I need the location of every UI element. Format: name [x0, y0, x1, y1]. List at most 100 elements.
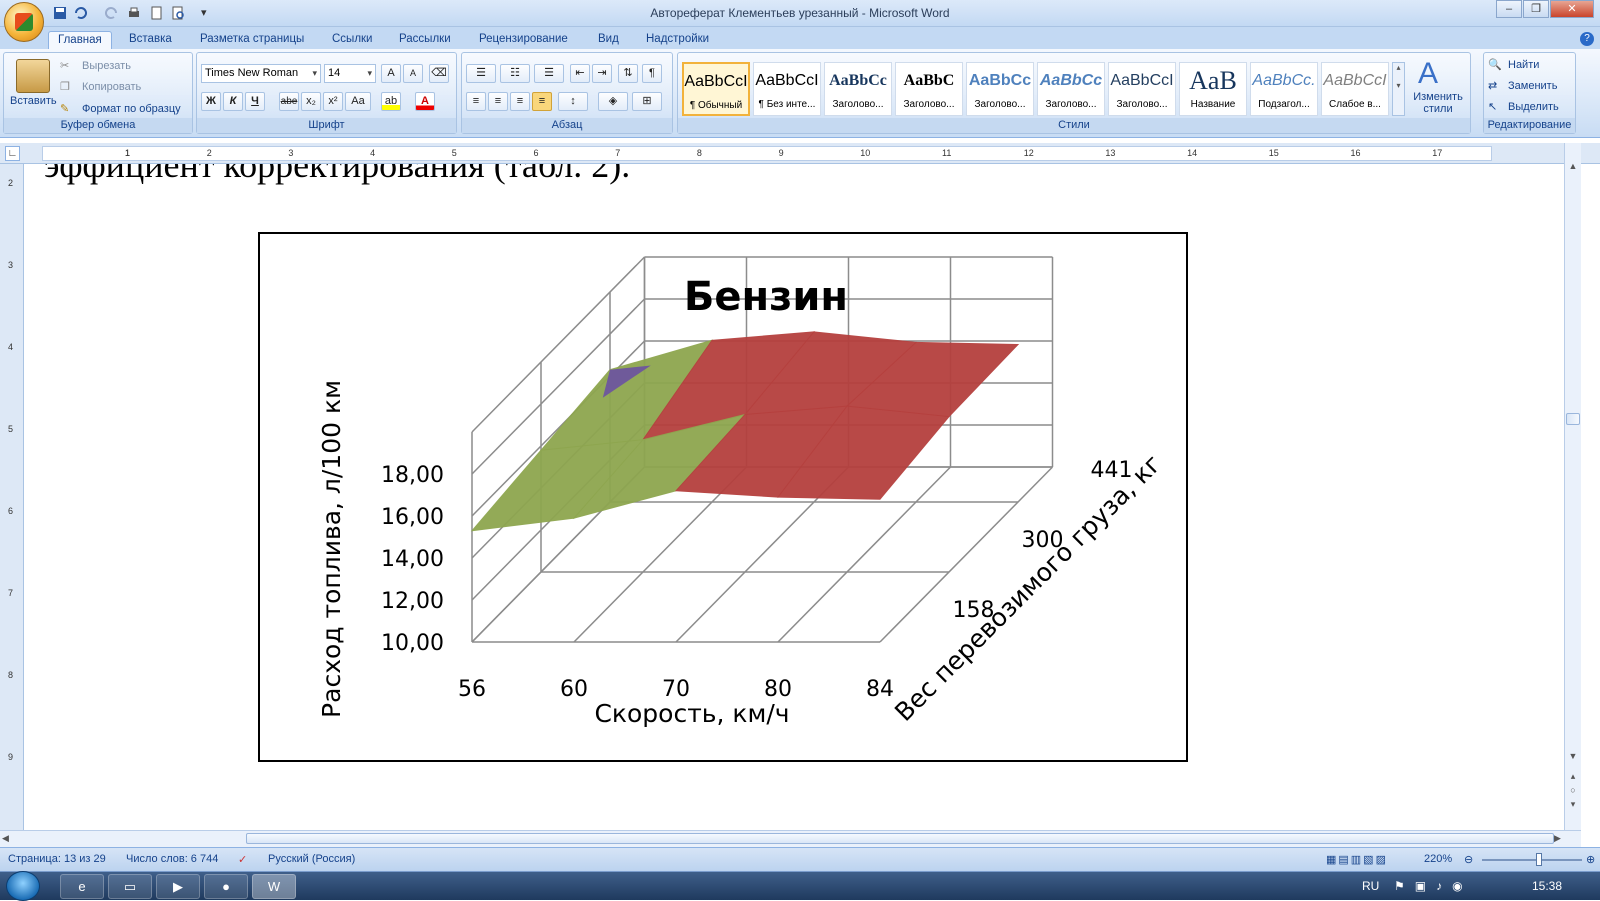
- vertical-scroll-thumb[interactable]: [1566, 413, 1580, 425]
- bold-button[interactable]: Ж: [201, 92, 221, 111]
- grow-font-icon[interactable]: A: [381, 64, 401, 83]
- line-spacing-icon[interactable]: ↕: [558, 92, 588, 111]
- tab-insert[interactable]: Вставка: [120, 31, 181, 50]
- media-player-icon[interactable]: ▶: [156, 874, 200, 899]
- font-size-combo[interactable]: 14: [324, 64, 376, 83]
- view-buttons[interactable]: ▦▤▥▧▨: [1326, 853, 1406, 866]
- strikethrough-button[interactable]: abe: [279, 92, 299, 111]
- style-normal[interactable]: AaBbCcI ¶ Обычный: [682, 62, 750, 116]
- scroll-right-icon[interactable]: ▶: [1554, 833, 1561, 844]
- tab-home[interactable]: Главная: [48, 31, 112, 50]
- shrink-font-icon[interactable]: A: [403, 64, 423, 83]
- tab-selector-icon[interactable]: ∟: [5, 146, 20, 161]
- zoom-slider-thumb[interactable]: [1536, 853, 1542, 866]
- clock[interactable]: 15:38: [1532, 879, 1562, 893]
- style-heading-2[interactable]: AaBbC Заголово...: [895, 62, 963, 116]
- sort-icon[interactable]: ⇅: [618, 64, 638, 83]
- paste-button[interactable]: Вставить: [10, 91, 57, 111]
- scroll-down-icon[interactable]: ▼: [1566, 751, 1580, 763]
- tab-addins[interactable]: Надстройки: [637, 31, 718, 50]
- tab-view[interactable]: Вид: [589, 31, 628, 50]
- replace-button[interactable]: Заменить: [1508, 76, 1557, 96]
- browse-object-icon[interactable]: ▴ ○ ▾: [1566, 769, 1580, 811]
- minimize-button[interactable]: –: [1496, 0, 1522, 18]
- style-heading-1[interactable]: AaBbCc Заголово...: [824, 62, 892, 116]
- format-painter-button[interactable]: Формат по образцу: [82, 99, 181, 119]
- font-color-icon[interactable]: A: [415, 92, 435, 111]
- zoom-level[interactable]: 220%: [1424, 853, 1452, 865]
- horizontal-scroll-thumb[interactable]: [246, 833, 1554, 844]
- vertical-scrollbar[interactable]: ▲ ▼ ▴ ○ ▾: [1564, 143, 1581, 830]
- maximize-button[interactable]: ❐: [1523, 0, 1549, 18]
- italic-button[interactable]: К: [223, 92, 243, 111]
- shading-icon[interactable]: ◈: [598, 92, 628, 111]
- font-name-combo[interactable]: Times New Roman: [201, 64, 321, 83]
- justify-icon[interactable]: ≡: [532, 92, 552, 111]
- copy-button[interactable]: Копировать: [82, 77, 141, 97]
- bullets-icon[interactable]: ☰: [466, 64, 496, 83]
- tab-mailings[interactable]: Рассылки: [390, 31, 460, 50]
- align-center-icon[interactable]: ≡: [488, 92, 508, 111]
- tab-review[interactable]: Рецензирование: [470, 31, 577, 50]
- undo-icon[interactable]: [72, 5, 88, 21]
- style-no-spacing[interactable]: AaBbCcI ¶ Без инте...: [753, 62, 821, 116]
- horizontal-ruler[interactable]: ∟ 1 1 2 3 4 5 6 7 8 9 10 11 12 13 14 15 16 17: [0, 143, 1600, 164]
- firefox-icon[interactable]: ●: [204, 874, 248, 899]
- explorer-icon[interactable]: ▭: [108, 874, 152, 899]
- change-case-icon[interactable]: Aa: [345, 92, 371, 111]
- increase-indent-icon[interactable]: ⇥: [592, 64, 612, 83]
- language-indicator[interactable]: RU: [1362, 879, 1379, 893]
- align-left-icon[interactable]: ≡: [466, 92, 486, 111]
- style-heading-4[interactable]: AaBbCc Заголово...: [1037, 62, 1105, 116]
- horizontal-scrollbar[interactable]: ◀ ▶: [0, 830, 1581, 847]
- tab-page-layout[interactable]: Разметка страницы: [191, 31, 313, 50]
- redo-icon[interactable]: [104, 5, 120, 21]
- highlight-icon[interactable]: ab: [381, 92, 401, 111]
- word-taskbar-icon[interactable]: W: [252, 874, 296, 899]
- borders-icon[interactable]: ⊞: [632, 92, 662, 111]
- language-status[interactable]: Русский (Россия): [268, 853, 355, 865]
- save-icon[interactable]: [52, 5, 68, 21]
- change-styles-button[interactable]: Изменить стили: [1408, 91, 1468, 115]
- style-heading-5[interactable]: AaBbCcI Заголово...: [1108, 62, 1176, 116]
- print-icon[interactable]: [126, 5, 142, 21]
- decrease-indent-icon[interactable]: ⇤: [570, 64, 590, 83]
- zoom-out-icon[interactable]: ⊖: [1464, 853, 1473, 866]
- align-right-icon[interactable]: ≡: [510, 92, 530, 111]
- numbering-icon[interactable]: ☷: [500, 64, 530, 83]
- styles-scroll[interactable]: ▴ ▾: [1392, 62, 1405, 116]
- new-doc-icon[interactable]: [148, 5, 164, 21]
- scroll-left-icon[interactable]: ◀: [2, 833, 9, 844]
- close-button[interactable]: ✕: [1550, 0, 1594, 18]
- chart-frame[interactable]: 10,00 12,00 14,00 16,00 18,00 56 60 70 80 84 158 30…: [258, 232, 1188, 762]
- multilevel-list-icon[interactable]: ☰: [534, 64, 564, 83]
- vertical-ruler[interactable]: 2 3 4 5 6 7 8 9: [0, 164, 24, 830]
- paste-icon[interactable]: [16, 59, 50, 93]
- help-icon[interactable]: ?: [1580, 32, 1594, 46]
- tray-icons[interactable]: ⚑▣♪◉: [1394, 879, 1473, 893]
- superscript-icon[interactable]: x²: [323, 92, 343, 111]
- spelling-icon[interactable]: ✓: [238, 853, 247, 866]
- find-button[interactable]: Найти: [1508, 55, 1539, 75]
- change-styles-icon[interactable]: A: [1418, 57, 1438, 91]
- zoom-in-icon[interactable]: ⊕: [1586, 853, 1595, 866]
- ruler-scale[interactable]: 1 1 2 3 4 5 6 7 8 9 10 11 12 13 14 15 16 17: [42, 146, 1492, 161]
- subscript-icon[interactable]: x₂: [301, 92, 321, 111]
- tab-references[interactable]: Ссылки: [323, 31, 382, 50]
- scroll-up-icon[interactable]: ▲: [1566, 161, 1580, 177]
- style-title[interactable]: AaB Название: [1179, 62, 1247, 116]
- cut-button[interactable]: Вырезать: [82, 56, 131, 76]
- print-preview-icon[interactable]: [170, 5, 186, 21]
- office-button[interactable]: [4, 2, 44, 42]
- ie-icon[interactable]: e: [60, 874, 104, 899]
- page-count[interactable]: Страница: 13 из 29: [8, 853, 106, 865]
- start-button[interactable]: [6, 871, 40, 901]
- show-marks-icon[interactable]: ¶: [642, 64, 662, 83]
- style-heading-3[interactable]: AaBbCc Заголово...: [966, 62, 1034, 116]
- document-page[interactable]: эффициент корректирования (табл. 2). 10,…: [24, 164, 1546, 830]
- qat-customize-icon[interactable]: ▾: [200, 5, 210, 21]
- word-count[interactable]: Число слов: 6 744: [126, 853, 218, 865]
- zoom-slider[interactable]: [1482, 859, 1582, 861]
- underline-button[interactable]: Ч: [245, 92, 265, 111]
- select-button[interactable]: Выделить: [1508, 97, 1559, 117]
